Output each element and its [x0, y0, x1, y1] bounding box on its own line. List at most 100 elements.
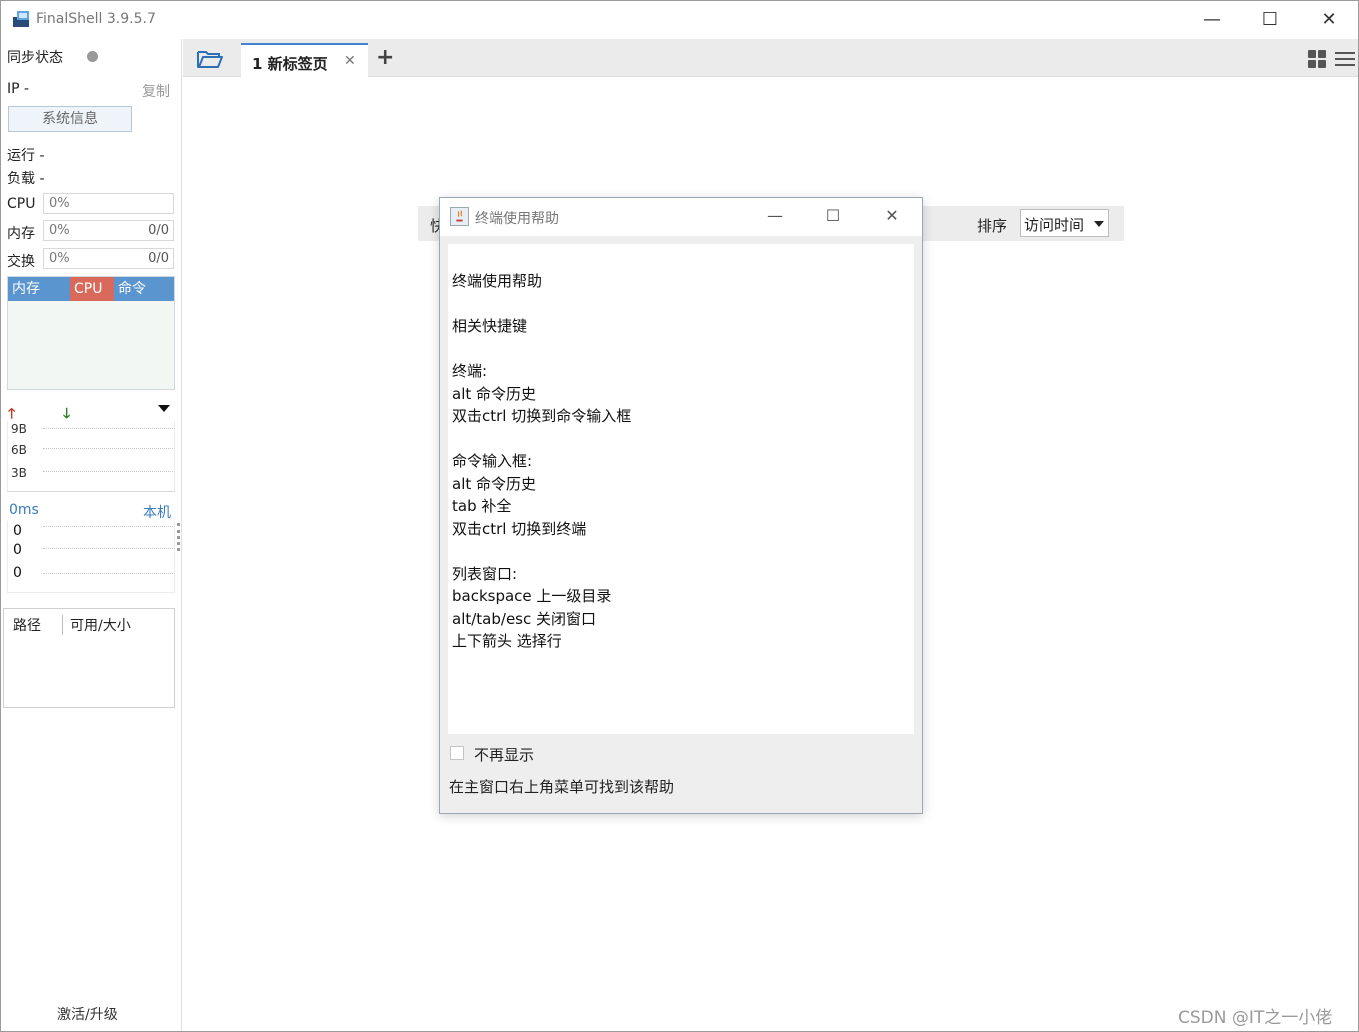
ping-chart	[7, 521, 175, 593]
folder-open-icon[interactable]	[197, 49, 223, 69]
network-chart	[7, 421, 175, 491]
cpu-meter: 0%	[43, 193, 174, 214]
minimize-icon: —	[767, 206, 783, 225]
grid-line	[43, 548, 173, 549]
dont-show-label: 不再显示	[474, 746, 535, 764]
tab-bar: 1 新标签页 ✕ +	[183, 39, 1358, 77]
help-line: alt/tab/esc 关闭窗口	[452, 609, 597, 628]
swap-percent: 0%	[49, 251, 70, 266]
add-tab-button[interactable]: +	[376, 45, 394, 70]
help-line: 终端:	[452, 362, 488, 380]
main-window: FinalShell 3.9.5.7 — ☐ ✕ 同步状态 IP - 复制 系统…	[0, 0, 1359, 1032]
process-tab-memory[interactable]: 内存	[8, 277, 70, 301]
terminal-help-dialog: 终端使用帮助 — ☐ ✕ 终端使用帮助 相关快捷键 终端: alt 命令历史 双…	[439, 197, 923, 814]
ping-value: 0	[13, 542, 22, 558]
chevron-down-icon	[1094, 221, 1104, 227]
memory-percent: 0%	[49, 223, 70, 238]
copy-ip-button[interactable]: 复制	[142, 81, 170, 101]
help-line: 双击ctrl 切换到终端	[452, 519, 587, 538]
tab-close-icon[interactable]: ✕	[344, 53, 356, 69]
dialog-title-bar: 终端使用帮助 — ☐ ✕	[440, 198, 922, 236]
sync-status-indicator	[87, 51, 98, 62]
help-line: alt 命令历史	[452, 474, 537, 493]
grid-line	[43, 471, 173, 472]
process-tab-bar: 内存 CPU 命令	[8, 277, 174, 301]
dont-show-checkbox[interactable]	[450, 746, 464, 760]
help-line	[452, 540, 910, 563]
net-tick: 9B	[11, 422, 27, 436]
help-line: tab 补全	[452, 497, 512, 515]
process-tab-cpu[interactable]: CPU	[70, 277, 114, 301]
minimize-icon: —	[1203, 9, 1221, 30]
process-panel: 内存 CPU 命令	[7, 276, 175, 390]
help-line: 列表窗口:	[452, 564, 518, 583]
dialog-minimize-button[interactable]: —	[746, 198, 804, 236]
hamburger-menu-icon[interactable]	[1335, 51, 1355, 67]
ping-value: 0	[13, 565, 22, 581]
process-tab-command[interactable]: 命令	[114, 277, 174, 301]
help-line: 相关快捷键	[452, 317, 528, 335]
sidebar: 同步状态 IP - 复制 系统信息 运行 - 负载 - CPU 0% 内存 0%…	[1, 39, 182, 1031]
dialog-close-button[interactable]: ✕	[863, 198, 921, 236]
maximize-icon: ☐	[825, 206, 841, 225]
system-info-button[interactable]: 系统信息	[8, 106, 132, 132]
cpu-percent: 0%	[49, 196, 70, 211]
uptime-label: 运行 -	[7, 148, 45, 164]
grid-line	[43, 428, 173, 429]
grid-view-icon[interactable]	[1308, 50, 1326, 68]
sort-select[interactable]: 访问时间	[1020, 209, 1109, 237]
help-line: alt 命令历史	[452, 384, 537, 403]
disk-column-path[interactable]: 路径	[13, 615, 41, 635]
swap-value: 0/0	[148, 251, 169, 266]
divider	[7, 491, 175, 492]
close-icon: ✕	[885, 206, 899, 225]
help-line: 双击ctrl 切换到命令输入框	[452, 407, 632, 425]
dialog-footer-note: 在主窗口右上角菜单可找到该帮助	[449, 778, 675, 796]
tab-new-tab[interactable]: 1 新标签页 ✕	[241, 43, 368, 77]
dialog-maximize-button[interactable]: ☐	[804, 198, 862, 236]
sort-label: 排序	[977, 217, 1008, 235]
disk-table: 路径 可用/大小	[3, 608, 175, 708]
watermark: CSDN @IT之一小佬	[1178, 1008, 1333, 1028]
swap-label: 交换	[7, 254, 35, 270]
cpu-label: CPU	[7, 196, 36, 212]
finalshell-logo-icon	[13, 11, 29, 27]
maximize-icon: ☐	[1261, 9, 1279, 30]
swap-meter: 0% 0/0	[43, 248, 174, 269]
close-icon: ✕	[1321, 9, 1337, 30]
grid-line	[43, 526, 173, 527]
ping-target-local[interactable]: 本机	[143, 502, 171, 522]
help-line: 命令输入框:	[452, 452, 533, 470]
network-interface-dropdown-icon[interactable]	[158, 405, 170, 412]
ping-latency: 0ms	[9, 502, 39, 518]
ip-label: IP -	[7, 81, 30, 97]
title-bar: FinalShell 3.9.5.7 — ☐ ✕	[1, 1, 1358, 39]
dialog-title: 终端使用帮助	[475, 211, 559, 227]
activate-upgrade-link[interactable]: 激活/升级	[57, 1004, 118, 1024]
memory-label: 内存	[7, 226, 35, 242]
help-line: 终端使用帮助	[452, 272, 543, 290]
memory-value: 0/0	[148, 223, 169, 238]
net-tick: 6B	[11, 443, 27, 457]
ping-value: 0	[13, 523, 22, 539]
help-text-area[interactable]: 终端使用帮助 相关快捷键 终端: alt 命令历史 双击ctrl 切换到命令输入…	[448, 244, 914, 734]
grid-line	[43, 448, 173, 449]
help-line	[452, 428, 910, 451]
memory-meter: 0% 0/0	[43, 220, 174, 241]
disk-column-size[interactable]: 可用/大小	[62, 615, 131, 635]
net-tick: 3B	[11, 466, 27, 480]
load-label: 负载 -	[7, 171, 45, 187]
close-button[interactable]: ✕	[1300, 1, 1358, 39]
minimize-button[interactable]: —	[1183, 1, 1241, 39]
grid-line	[43, 573, 173, 574]
help-line: 上下箭头 选择行	[452, 632, 562, 650]
resize-handle[interactable]	[177, 523, 180, 551]
window-title: FinalShell 3.9.5.7	[36, 11, 156, 27]
sort-selected-value: 访问时间	[1024, 216, 1085, 234]
sync-status-label: 同步状态	[7, 50, 63, 66]
help-line	[452, 293, 910, 316]
maximize-button[interactable]: ☐	[1241, 1, 1299, 39]
help-line: backspace 上一级目录	[452, 587, 612, 605]
help-line	[452, 338, 910, 361]
tab-label: 1 新标签页	[252, 55, 328, 73]
